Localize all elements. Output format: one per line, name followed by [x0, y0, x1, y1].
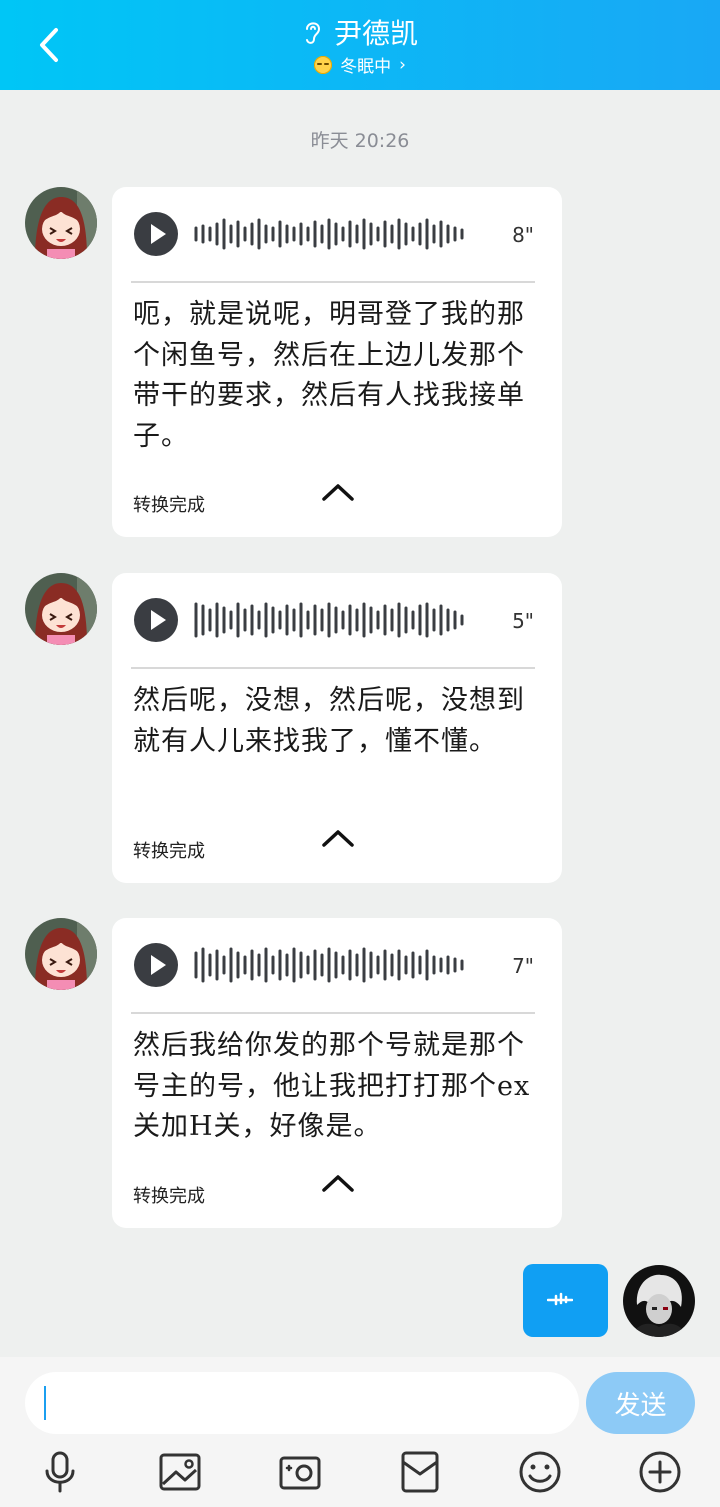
contact-title[interactable]: 尹德凯	[302, 12, 418, 52]
contact-name: 尹德凯	[333, 17, 418, 50]
voice-transcript: 然后呢，没想，然后呢，没想到就有人儿来找我了，懂不懂。	[133, 685, 525, 757]
waveform-icon	[194, 602, 464, 638]
sleepy-emoji-icon	[314, 55, 333, 74]
voice-duration: 7"	[512, 954, 534, 978]
anime-avatar-icon	[25, 187, 97, 259]
play-button[interactable]	[134, 943, 178, 987]
voice-message-bubble[interactable]: 7" 然后我给你发的那个号就是那个号主的号，他让我把打打那个ex关加H关，好像是…	[112, 918, 562, 1228]
divider	[131, 1012, 535, 1014]
input-bar: 发送	[0, 1357, 720, 1507]
chevron-up-icon[interactable]	[320, 827, 356, 849]
voice-wave-icon	[547, 1292, 573, 1306]
user-avatar[interactable]	[623, 1265, 695, 1337]
dark-character-avatar-icon	[623, 1265, 695, 1337]
conversion-status: 转换完成	[133, 841, 205, 862]
send-button[interactable]: 发送	[586, 1372, 695, 1434]
text-caret	[44, 1386, 46, 1420]
anime-avatar-icon	[25, 918, 97, 990]
waveform-icon	[194, 218, 464, 250]
contact-avatar[interactable]	[25, 573, 97, 645]
voice-duration: 5"	[512, 609, 534, 633]
voice-transcript: 呃，就是说呢，明哥登了我的那个闲鱼号，然后在上边儿发那个带干的要求，然后有人找我…	[133, 299, 525, 452]
play-button[interactable]	[134, 598, 178, 642]
chevron-up-icon[interactable]	[320, 481, 356, 503]
image-icon[interactable]	[158, 1450, 202, 1494]
voice-duration: 8"	[512, 223, 534, 247]
play-button[interactable]	[134, 212, 178, 256]
contact-avatar[interactable]	[25, 187, 97, 259]
status-chevron-icon: ›	[399, 54, 406, 75]
sent-voice-bubble[interactable]	[523, 1264, 608, 1337]
message-timestamp: 昨天 20:26	[310, 130, 410, 152]
status-text: 冬眠中	[340, 57, 392, 77]
voice-transcript: 然后我给你发的那个号就是那个号主的号，他让我把打打那个ex关加H关，好像是。	[133, 1030, 531, 1142]
contact-avatar[interactable]	[25, 918, 97, 990]
plus-icon[interactable]	[638, 1450, 682, 1494]
divider	[131, 281, 535, 283]
contact-status[interactable]: 冬眠中 ›	[314, 52, 406, 77]
camera-icon[interactable]	[278, 1450, 322, 1494]
voice-message-bubble[interactable]: 8" 呃，就是说呢，明哥登了我的那个闲鱼号，然后在上边儿发那个带干的要求，然后有…	[112, 187, 562, 537]
message-input[interactable]	[25, 1372, 579, 1434]
waveform-icon	[194, 947, 464, 983]
anime-avatar-icon	[25, 573, 97, 645]
voice-message-bubble[interactable]: 5" 然后呢，没想，然后呢，没想到就有人儿来找我了，懂不懂。 转换完成	[112, 573, 562, 883]
emoji-icon[interactable]	[518, 1450, 562, 1494]
divider	[131, 667, 535, 669]
ear-icon	[305, 22, 320, 44]
chevron-up-icon[interactable]	[320, 1172, 356, 1194]
conversion-status: 转换完成	[133, 495, 205, 516]
microphone-icon[interactable]	[38, 1450, 82, 1494]
conversion-status: 转换完成	[133, 1186, 205, 1207]
chat-header: 尹德凯 冬眠中 ›	[0, 0, 720, 90]
red-packet-icon[interactable]	[398, 1450, 442, 1494]
